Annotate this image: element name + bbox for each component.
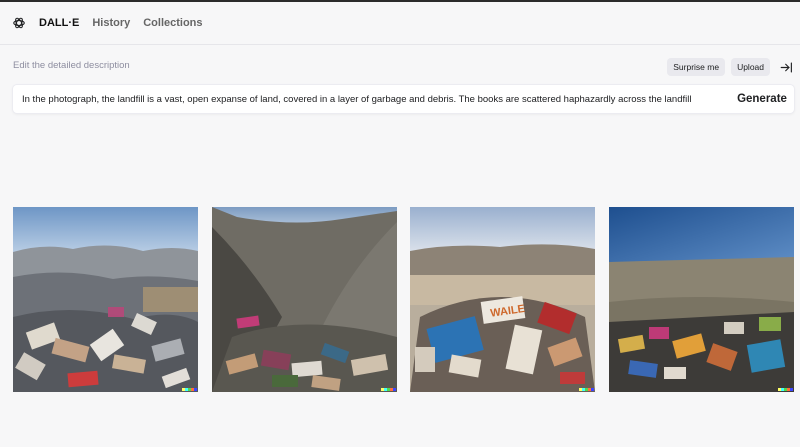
dalle-watermark (778, 388, 793, 391)
upload-button[interactable]: Upload (731, 58, 770, 76)
editor-actions: Surprise me Upload (667, 58, 794, 76)
prompt-input[interactable]: In the photograph, the landfill is a vas… (13, 85, 794, 113)
openai-logo-icon[interactable] (12, 16, 26, 30)
surprise-me-button[interactable]: Surprise me (667, 58, 726, 76)
dalle-watermark (182, 388, 197, 391)
arrow-right-to-bar-icon[interactable] (778, 59, 794, 75)
result-image-3[interactable]: WAILE (410, 207, 595, 392)
top-nav: DALL·E History Collections (0, 2, 800, 45)
dalle-watermark (381, 388, 396, 391)
dalle-watermark (579, 388, 594, 391)
result-image-2[interactable] (212, 207, 397, 392)
nav-history[interactable]: History (92, 17, 130, 29)
description-label: Edit the detailed description (13, 60, 130, 71)
result-image-4[interactable] (609, 207, 794, 392)
prompt-text-field[interactable]: In the photograph, the landfill is a vas… (13, 94, 730, 105)
generate-button[interactable]: Generate (730, 85, 794, 113)
brand-title[interactable]: DALL·E (39, 17, 79, 29)
nav-collections[interactable]: Collections (143, 17, 202, 29)
image-gallery: WAILE (13, 207, 794, 392)
result-image-1[interactable] (13, 207, 198, 392)
